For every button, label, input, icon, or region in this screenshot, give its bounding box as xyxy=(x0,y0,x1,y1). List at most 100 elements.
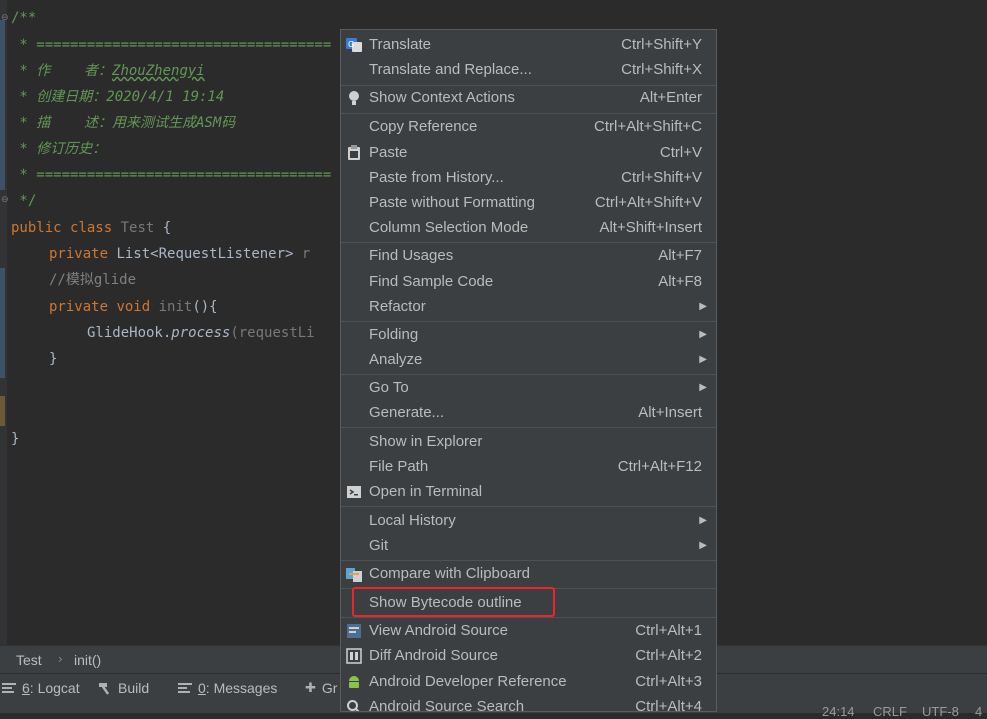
type-name: List<RequestListener> xyxy=(116,246,294,262)
menu-item-android-source-search[interactable]: Android Source Search Ctrl+Alt+4 xyxy=(341,695,716,712)
menu-item-shortcut: Ctrl+Alt+F12 xyxy=(617,458,702,475)
menu-item-shortcut: Ctrl+Shift+V xyxy=(621,169,702,186)
menu-item-diff-android-source[interactable]: Diff Android Source Ctrl+Alt+2 xyxy=(341,644,716,668)
code-line: * =================================== xyxy=(11,37,332,53)
call-object: GlideHook. xyxy=(87,325,172,341)
menu-item-shortcut: Alt+Insert xyxy=(638,404,702,421)
menu-separator xyxy=(341,321,716,322)
menu-item-refactor[interactable]: Refactor ▶ xyxy=(341,295,716,319)
menu-item-label: Analyze xyxy=(369,351,423,368)
menu-item-shortcut: Ctrl+Alt+1 xyxy=(635,622,702,639)
menu-item-label: Compare with Clipboard xyxy=(369,565,530,582)
menu-item-shortcut: Ctrl+Shift+X xyxy=(621,61,702,78)
menu-item-file-path[interactable]: File Path Ctrl+Alt+F12 xyxy=(341,455,716,479)
android-source-icon xyxy=(347,624,361,638)
menu-item-open-in-terminal[interactable]: Open in Terminal xyxy=(341,480,716,504)
diff-icon xyxy=(346,648,362,664)
keyword: public xyxy=(11,220,62,236)
menu-item-label: Show in Explorer xyxy=(369,433,483,450)
menu-item-label: Paste without Formatting xyxy=(369,194,535,211)
code-line: * 作 者：ZhouZhengyi xyxy=(11,61,204,81)
menu-item-translate[interactable]: G Translate Ctrl+Shift+Y xyxy=(341,33,716,57)
logcat-tab[interactable]: 6: Logcat xyxy=(2,680,80,696)
class-name: Test xyxy=(120,220,155,236)
search-icon xyxy=(347,700,360,711)
messages-label: 0: Messages xyxy=(198,680,277,696)
menu-item-label: Generate... xyxy=(369,404,445,421)
doc-text: * 作 者： xyxy=(11,63,113,79)
menu-item-label: Paste xyxy=(369,144,408,161)
menu-item-shortcut: Ctrl+Alt+Shift+C xyxy=(594,118,702,135)
menu-item-compare-with-clipboard[interactable]: Compare with Clipboard xyxy=(341,562,716,586)
bulb-icon xyxy=(349,91,359,105)
menu-item-analyze[interactable]: Analyze ▶ xyxy=(341,348,716,372)
menu-item-folding[interactable]: Folding ▶ xyxy=(341,323,716,347)
compare-icon xyxy=(346,568,362,582)
keyword: class xyxy=(70,220,113,236)
menu-item-shortcut: Ctrl+V xyxy=(659,144,702,161)
messages-text: : Messages xyxy=(205,680,278,696)
menu-item-show-in-explorer[interactable]: Show in Explorer xyxy=(341,430,716,454)
menu-item-shortcut: Alt+Shift+Insert xyxy=(599,219,702,236)
menu-separator xyxy=(341,617,716,618)
menu-item-git[interactable]: Git ▶ xyxy=(341,534,716,558)
menu-item-go-to[interactable]: Go To ▶ xyxy=(341,376,716,400)
menu-item-paste[interactable]: Paste Ctrl+V xyxy=(341,141,716,165)
breadcrumb-class[interactable]: Test xyxy=(16,652,42,668)
code-line: public class Test { xyxy=(11,218,171,238)
menu-item-label: Translate xyxy=(369,36,431,53)
brace: { xyxy=(154,220,172,236)
keyword: void xyxy=(116,299,151,315)
breadcrumb-method[interactable]: init() xyxy=(74,652,101,668)
menu-item-label: Find Sample Code xyxy=(369,273,494,290)
method-sig: (){ xyxy=(192,299,218,315)
logcat-icon xyxy=(2,683,16,693)
messages-icon xyxy=(178,683,192,693)
menu-item-copy-reference[interactable]: Copy Reference Ctrl+Alt+Shift+C xyxy=(341,115,716,139)
clipboard-icon xyxy=(348,145,360,160)
code-line: } xyxy=(11,431,20,447)
menu-item-shortcut: Ctrl+Alt+3 xyxy=(635,673,702,690)
menu-item-label: Paste from History... xyxy=(369,169,504,186)
terminal-icon xyxy=(347,486,361,498)
menu-item-show-context-actions[interactable]: Show Context Actions Alt+Enter xyxy=(341,86,716,110)
gradle-label: Gr xyxy=(321,680,338,696)
messages-mnemonic: 0 xyxy=(198,680,206,696)
menu-item-find-usages[interactable]: Find Usages Alt+F7 xyxy=(341,244,716,268)
code-line: private List<RequestListener> r xyxy=(49,244,310,264)
submenu-arrow-icon: ▶ xyxy=(699,382,707,393)
menu-item-android-developer-reference[interactable]: Android Developer Reference Ctrl+Alt+3 xyxy=(341,670,716,694)
menu-item-label: Show Context Actions xyxy=(369,89,515,106)
menu-item-column-selection-mode[interactable]: Column Selection Mode Alt+Shift+Insert xyxy=(341,216,716,240)
menu-item-paste-from-history[interactable]: Paste from History... Ctrl+Shift+V xyxy=(341,166,716,190)
menu-item-translate-replace[interactable]: Translate and Replace... Ctrl+Shift+X xyxy=(341,58,716,82)
submenu-arrow-icon: ▶ xyxy=(699,540,707,551)
gradle-tab[interactable]: ✚ Gr xyxy=(305,680,337,696)
keyword: private xyxy=(49,299,109,315)
menu-item-generate[interactable]: Generate... Alt+Insert xyxy=(341,401,716,425)
menu-item-label: Android Developer Reference xyxy=(369,673,567,690)
menu-item-shortcut: Ctrl+Alt+Shift+V xyxy=(594,194,702,211)
menu-item-local-history[interactable]: Local History ▶ xyxy=(341,509,716,533)
menu-item-label: Open in Terminal xyxy=(369,483,483,500)
menu-item-shortcut: Alt+F7 xyxy=(658,247,702,264)
menu-separator xyxy=(341,113,716,114)
menu-item-view-android-source[interactable]: View Android Source Ctrl+Alt+1 xyxy=(341,619,716,643)
plus-icon: ✚ xyxy=(305,680,316,695)
messages-tab[interactable]: 0: Messages xyxy=(178,680,277,696)
build-tab[interactable]: Build xyxy=(98,680,149,696)
code-editor[interactable]: /** * ==================================… xyxy=(11,0,341,640)
submenu-arrow-icon: ▶ xyxy=(699,354,707,365)
menu-item-label: Local History xyxy=(369,512,456,529)
menu-item-find-sample-code[interactable]: Find Sample Code Alt+F8 xyxy=(341,270,716,294)
menu-item-shortcut: Ctrl+Alt+4 xyxy=(635,698,702,712)
menu-item-shortcut: Ctrl+Alt+2 xyxy=(635,647,702,664)
fold-icon[interactable]: ⊖ xyxy=(1,196,9,205)
menu-item-shortcut: Ctrl+Shift+Y xyxy=(621,36,702,53)
menu-item-label: Diff Android Source xyxy=(369,647,498,664)
fold-icon[interactable]: ⊖ xyxy=(1,14,9,23)
menu-item-label: Copy Reference xyxy=(369,118,478,135)
menu-item-paste-without-formatting[interactable]: Paste without Formatting Ctrl+Alt+Shift+… xyxy=(341,191,716,215)
field-rest: r xyxy=(293,246,311,262)
menu-item-label: Column Selection Mode xyxy=(369,219,529,236)
